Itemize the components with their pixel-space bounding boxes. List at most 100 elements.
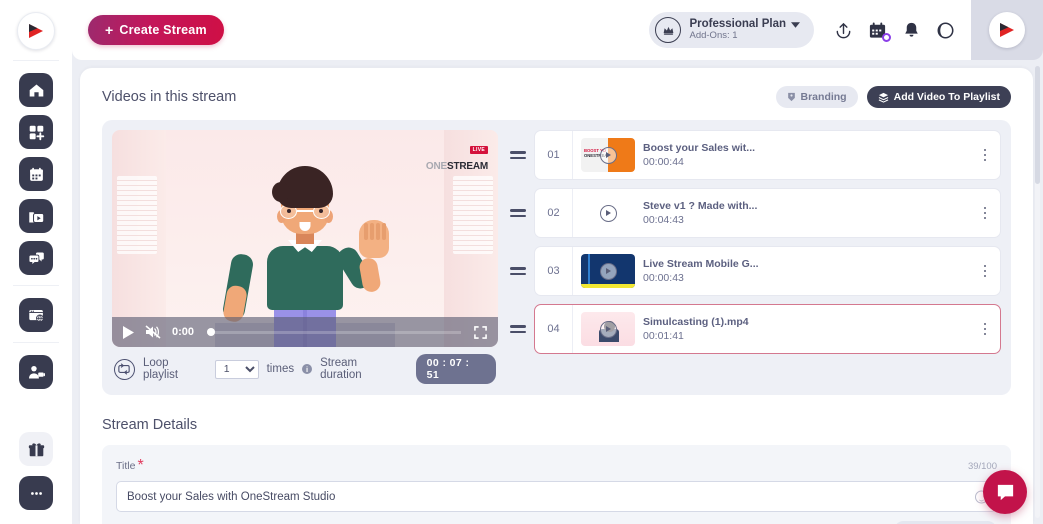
- stream-details-card: Title * 39/100 Use Previous Titles: [102, 445, 1011, 524]
- window-blind-right: [453, 176, 493, 254]
- drag-handle-icon[interactable]: [510, 151, 526, 159]
- item-menu-icon[interactable]: [976, 206, 994, 220]
- list-item[interactable]: 02 Steve v1 ? Made with... 00:04:43: [534, 188, 1001, 238]
- calendar-icon[interactable]: [868, 21, 891, 42]
- sidebar-item-home[interactable]: [19, 73, 53, 107]
- play-icon: [599, 146, 617, 164]
- play-icon: [599, 320, 617, 338]
- ellipsis-icon: [28, 485, 45, 502]
- browser-globe-icon: [28, 307, 45, 324]
- calendar-icon: [28, 166, 45, 183]
- chat-bubble-icon: [995, 482, 1016, 503]
- sidebar-item-guests[interactable]: [19, 355, 53, 389]
- list-item[interactable]: 03 Live Stream Mobile G... 00:00:43: [534, 246, 1001, 296]
- branding-label: Branding: [800, 91, 847, 103]
- stream-duration-value: 00 : 07 : 51: [415, 354, 497, 384]
- video-thumbnail: [581, 196, 635, 230]
- section-actions: Branding Add Video To Playlist: [775, 86, 1011, 108]
- sidebar-item-dashboard[interactable]: [19, 115, 53, 149]
- arm-left: [221, 252, 255, 322]
- upload-icon[interactable]: [834, 21, 853, 40]
- topbar-right: Professional Plan Add-Ons: 1: [649, 0, 1043, 60]
- app-root: + Create Stream Professional Plan Add-On…: [0, 0, 1043, 524]
- player-time: 0:00: [172, 326, 195, 338]
- sidebar-item-chat[interactable]: [19, 241, 53, 275]
- watermark-one: ONE: [425, 161, 447, 172]
- stream-duration-label: Stream duration: [320, 357, 362, 381]
- videos-section-header: Videos in this stream Branding Add Video…: [102, 86, 1011, 108]
- drag-handle-icon[interactable]: [510, 267, 526, 275]
- main-column: + Create Stream Professional Plan Add-On…: [72, 0, 1043, 524]
- chevron-down-icon: [791, 21, 800, 28]
- list-item[interactable]: 01 BOOST YO ONESTREA Boost your Sales wit…: [534, 130, 1001, 180]
- item-menu-icon[interactable]: [976, 264, 994, 278]
- video-folder-icon: [28, 208, 45, 225]
- item-info: Boost your Sales wit... 00:00:44: [643, 142, 976, 168]
- dark-mode-icon[interactable]: [936, 21, 955, 40]
- sidebar-item-web-studio[interactable]: [19, 298, 53, 332]
- video-player[interactable]: LIVE ONESTREAM 0:00: [112, 130, 498, 347]
- playlist-items: 01 BOOST YO ONESTREA Boost your Sales wit…: [510, 130, 1001, 385]
- gift-icon: [28, 441, 45, 458]
- sidebar-item-more[interactable]: [19, 476, 53, 510]
- item-duration: 00:01:41: [643, 330, 684, 342]
- drag-handle-icon[interactable]: [510, 325, 526, 333]
- item-menu-icon[interactable]: [976, 322, 994, 336]
- playlist-row: 03 Live Stream Mobile G... 00:00:43: [510, 246, 1001, 296]
- add-video-label: Add Video To Playlist: [893, 91, 1000, 103]
- playlist-options-row: Loop playlist 1 times i Stream duration …: [112, 353, 498, 385]
- item-menu-icon[interactable]: [976, 148, 994, 162]
- item-title: Simulcasting (1).mp4: [643, 316, 749, 328]
- sidebar-item-videos[interactable]: [19, 199, 53, 233]
- watermark-text: ONESTREAM: [426, 156, 488, 174]
- plan-text: Professional Plan Add-Ons: 1: [689, 18, 800, 42]
- chat-support-button[interactable]: [983, 470, 1027, 514]
- vertical-scrollbar[interactable]: [1035, 66, 1040, 518]
- progress-bar[interactable]: [207, 327, 461, 336]
- plan-selector[interactable]: Professional Plan Add-Ons: 1: [649, 12, 814, 48]
- title-input-wrapper: [116, 481, 997, 512]
- player-controls: 0:00: [112, 317, 498, 347]
- char-counter: 39/100: [967, 460, 997, 472]
- playlist-row: 01 BOOST YO ONESTREA Boost your Sales wit…: [510, 130, 1001, 180]
- crown-icon: [655, 17, 682, 43]
- hair: [272, 166, 333, 208]
- sidebar-item-rewards[interactable]: [19, 432, 53, 466]
- sidebar-logo[interactable]: [17, 12, 55, 50]
- torso: [267, 246, 343, 310]
- info-icon[interactable]: i: [302, 364, 313, 374]
- times-label: times: [266, 363, 295, 375]
- fullscreen-icon[interactable]: [474, 325, 487, 339]
- drag-handle-icon[interactable]: [510, 209, 526, 217]
- playlist-row: 02 Steve v1 ? Made with... 00:04:43: [510, 188, 1001, 238]
- mute-icon[interactable]: [145, 325, 161, 339]
- branding-button[interactable]: Branding: [775, 86, 858, 108]
- sidebar-nav: [19, 61, 53, 275]
- avatar: [989, 12, 1025, 48]
- add-video-to-playlist-button[interactable]: Add Video To Playlist: [866, 86, 1011, 108]
- sidebar-item-schedule[interactable]: [19, 157, 53, 191]
- create-stream-button[interactable]: + Create Stream: [88, 15, 224, 45]
- loop-count-select[interactable]: 1: [214, 359, 259, 379]
- item-info: Live Stream Mobile G... 00:00:43: [643, 258, 976, 284]
- window-blind-left: [117, 176, 157, 254]
- calendar-badge-dot: [882, 32, 891, 42]
- title-label-row: Title * 39/100: [116, 457, 997, 475]
- play-icon[interactable]: [123, 325, 134, 339]
- item-title: Live Stream Mobile G...: [643, 258, 759, 270]
- user-video-icon: [28, 364, 45, 381]
- video-thumbnail: [581, 312, 635, 346]
- list-item-selected[interactable]: 04 Simulcasting (1).mp4 00:01:41: [534, 304, 1001, 354]
- title-input[interactable]: [116, 481, 997, 512]
- item-info: Steve v1 ? Made with... 00:04:43: [643, 200, 976, 226]
- sidebar-nav-3: [19, 343, 53, 389]
- item-duration: 00:04:43: [643, 214, 684, 226]
- item-index: 02: [535, 189, 573, 237]
- playlist-row: 04 Simulcasting (1).mp4 00:01:41: [510, 304, 1001, 354]
- video-thumbnail: [581, 254, 635, 288]
- video-thumbnail: BOOST YO ONESTREA: [581, 138, 635, 172]
- bell-icon[interactable]: [902, 21, 921, 40]
- user-avatar-button[interactable]: [971, 0, 1043, 60]
- play-icon: [599, 262, 617, 280]
- scrollbar-thumb[interactable]: [1035, 66, 1040, 184]
